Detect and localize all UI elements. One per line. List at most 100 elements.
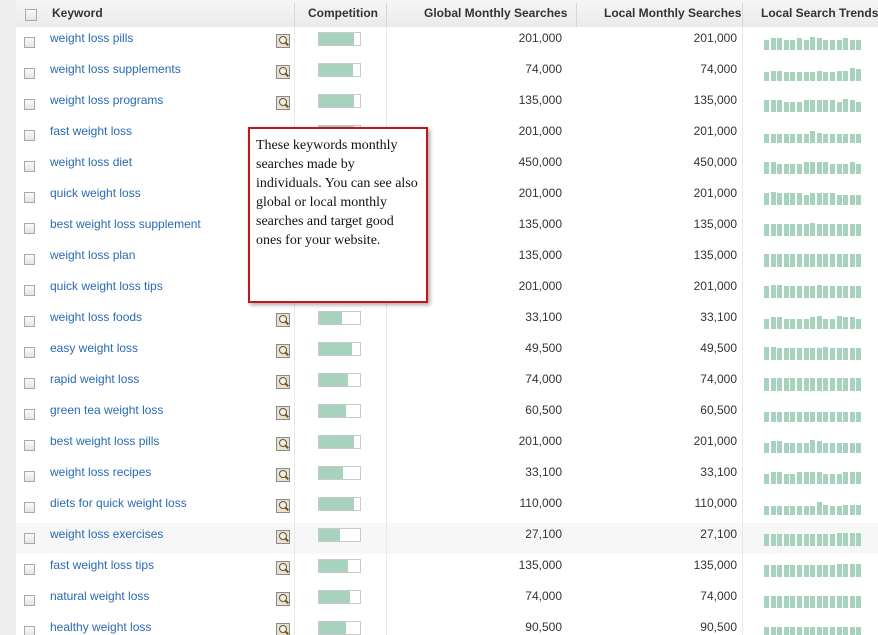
magnifier-icon[interactable] [276,592,290,606]
row-checkbox[interactable] [24,378,35,389]
trend-bar [843,378,849,391]
trend-bar [849,317,855,329]
trend-bar [830,348,835,360]
trend-bar [777,317,783,329]
row-checkbox[interactable] [24,595,35,606]
row-checkbox[interactable] [24,161,35,172]
magnifier-icon[interactable] [276,96,290,110]
trend-bar [803,506,809,515]
row-checkbox[interactable] [24,626,35,635]
local-monthly-searches: 49,500 [700,341,737,355]
keyword-link[interactable]: weight loss foods [50,306,142,329]
magnifier-icon[interactable] [276,375,290,389]
keyword-link[interactable]: best weight loss supplement [50,213,201,236]
row-checkbox[interactable] [24,347,35,358]
competition-fill [319,436,354,448]
keyword-link[interactable]: fast weight loss [50,120,132,143]
trend-bar [770,192,776,205]
trend-bar [830,134,835,143]
competition-bar [318,590,361,604]
magnifier-icon[interactable] [276,437,290,451]
trend-bar [783,224,789,236]
trend-bar [856,164,862,174]
trend-bar [790,474,796,484]
trend-bar [816,348,822,360]
header-keyword[interactable]: Keyword [52,0,103,30]
trend-bar [764,72,769,81]
trend-bar [849,412,855,422]
keyword-link[interactable]: rapid weight loss [50,368,139,391]
row-checkbox[interactable] [24,316,35,327]
keyword-link[interactable]: fast weight loss tips [50,554,154,577]
magnifier-icon[interactable] [276,530,290,544]
keyword-link[interactable]: weight loss plan [50,244,135,267]
trend-bar [764,347,769,360]
keyword-link[interactable]: weight loss diet [50,151,132,174]
trend-bar [830,474,835,484]
trend-bar [830,72,835,81]
trend-bar [849,564,855,577]
row-checkbox[interactable] [24,471,35,482]
left-gutter [0,0,17,635]
keyword-link[interactable]: weight loss exercises [50,523,163,546]
trend-bar [770,224,776,236]
cell-divider [742,368,743,399]
row-checkbox[interactable] [24,99,35,110]
row-checkbox[interactable] [24,440,35,451]
header-global-monthly-searches[interactable]: Global Monthly Searches [424,0,567,30]
keyword-link[interactable]: easy weight loss [50,337,138,360]
cell-divider [742,213,743,244]
magnifier-icon[interactable] [276,499,290,513]
keyword-link[interactable]: weight loss supplements [50,58,181,81]
trend-bar [856,378,862,391]
keyword-link[interactable]: natural weight loss [50,585,149,608]
magnifier-icon[interactable] [276,65,290,79]
select-all-checkbox[interactable] [25,9,37,21]
keyword-link[interactable]: weight loss pills [50,27,133,50]
search-trend-chart [764,98,864,112]
row-checkbox[interactable] [24,192,35,203]
trend-bar [803,195,809,205]
row-checkbox[interactable] [24,254,35,265]
trend-bar [836,348,842,360]
magnifier-icon[interactable] [276,623,290,635]
trend-bar [843,71,849,81]
keyword-link[interactable]: green tea weight loss [50,399,163,422]
keyword-link[interactable]: weight loss recipes [50,461,151,484]
keyword-link[interactable]: quick weight loss tips [50,275,163,298]
row-checkbox[interactable] [24,37,35,48]
trend-bar [803,162,809,174]
magnifier-icon[interactable] [276,313,290,327]
keyword-tool-page: Keyword Competition Global Monthly Searc… [0,0,878,635]
keyword-link[interactable]: quick weight loss [50,182,141,205]
magnifier-icon[interactable] [276,561,290,575]
header-local-search-trends[interactable]: Local Search Trends [761,0,878,30]
header-competition[interactable]: Competition [308,0,378,30]
row-checkbox[interactable] [24,564,35,575]
row-checkbox[interactable] [24,409,35,420]
trend-bar [843,533,849,546]
table-row: best weight loss pills 201,000 201,000 [16,430,878,462]
magnifier-icon[interactable] [276,34,290,48]
row-checkbox[interactable] [24,502,35,513]
magnifier-icon[interactable] [276,468,290,482]
keyword-link[interactable]: best weight loss pills [50,430,159,453]
trend-bar [849,378,855,391]
keyword-link[interactable]: weight loss programs [50,89,163,112]
keyword-link[interactable]: diets for quick weight loss [50,492,187,515]
trend-bar [803,627,809,635]
trend-bar [816,316,822,329]
trend-bar [790,164,796,174]
row-checkbox[interactable] [24,223,35,234]
row-checkbox[interactable] [24,285,35,296]
header-local-monthly-searches[interactable]: Local Monthly Searches [604,0,741,30]
magnifier-icon[interactable] [276,344,290,358]
row-checkbox[interactable] [24,130,35,141]
trend-bar [849,627,855,635]
keyword-link[interactable]: healthy weight loss [50,616,151,635]
row-checkbox[interactable] [24,533,35,544]
row-checkbox[interactable] [24,68,35,79]
global-monthly-searches: 33,100 [525,310,562,324]
magnifier-icon[interactable] [276,406,290,420]
trend-bar [823,100,829,112]
